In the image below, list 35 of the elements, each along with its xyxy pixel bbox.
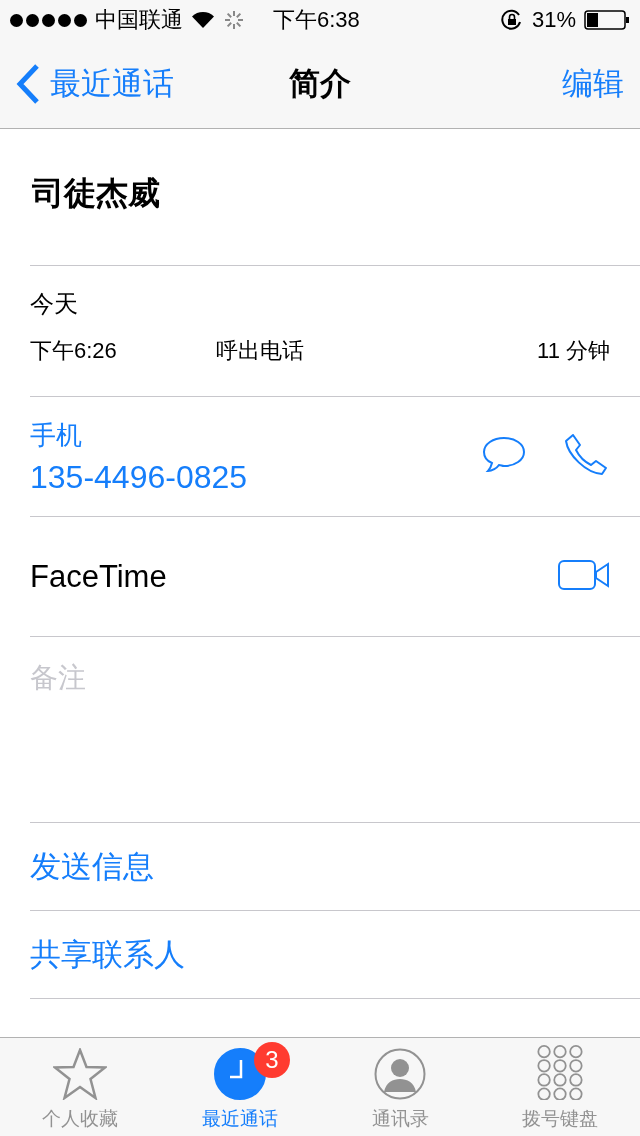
back-button[interactable]: 最近通话 [16,63,174,105]
tab-item[interactable]: 最近通话 3 [160,1038,320,1136]
badge-count: 3 [254,1042,290,1078]
action-link[interactable]: 共享联系人 [30,933,185,976]
signal-icon [10,13,87,27]
chevron-left-icon [16,64,40,104]
nav-title: 简介 [289,65,351,103]
phone-icon [564,433,608,477]
battery-icon [584,10,630,30]
rotation-lock-icon [499,8,524,32]
battery-percent: 31% [531,7,576,33]
spinner-icon [223,9,245,31]
wifi-icon [191,11,215,29]
status-time: 下午6:38 [273,6,360,34]
call-duration: 11 分钟 [537,337,610,365]
edit-button[interactable]: 编辑 [562,63,624,105]
contact-name: 司徒杰威 [32,174,160,213]
video-camera-icon [558,560,610,590]
tab-item[interactable]: 拨号键盘 [480,1038,640,1136]
tab-item[interactable]: 个人收藏 [0,1038,160,1136]
phone-label: 手机 [30,418,83,452]
facetime-label: FaceTime [30,558,168,595]
star-icon [53,1048,107,1100]
speech-bubble-icon [482,436,526,474]
call-type: 呼出电话 [216,337,304,365]
phone-number[interactable]: 135-4496-0825 [30,458,482,496]
keypad-icon [537,1044,583,1100]
carrier-name: 中国联通 [95,6,183,34]
call-time: 下午6:26 [30,337,118,365]
tab-item[interactable]: 通讯录 [320,1038,480,1136]
call-date: 今天 [30,289,79,319]
clock-icon [214,1048,266,1100]
person-icon [374,1048,426,1100]
action-link[interactable]: 发送信息 [30,845,154,888]
video-call-button[interactable] [558,560,610,593]
